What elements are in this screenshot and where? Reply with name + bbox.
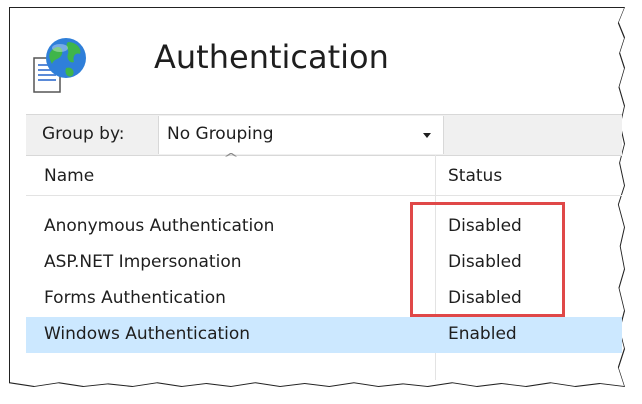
- column-header-name[interactable]: Name: [44, 166, 94, 186]
- group-by-label: Group by:: [42, 124, 125, 144]
- row-name: Forms Authentication: [44, 288, 226, 308]
- column-header-row: ^ Name Status: [26, 151, 622, 196]
- page-header: Authentication: [26, 26, 606, 96]
- row-status: Enabled: [448, 324, 517, 344]
- group-by-value: No Grouping: [167, 124, 274, 144]
- column-header-status[interactable]: Status: [448, 166, 502, 186]
- row-name: Windows Authentication: [44, 324, 251, 344]
- row-name: ASP.NET Impersonation: [44, 252, 242, 272]
- table-row-selected[interactable]: Windows Authentication Enabled: [26, 317, 622, 353]
- sort-indicator-icon: ^: [222, 151, 240, 165]
- group-by-toolbar: Group by: No Grouping: [26, 114, 622, 156]
- chevron-down-icon: [423, 133, 431, 138]
- group-by-dropdown[interactable]: No Grouping: [158, 116, 444, 154]
- status-highlight-box: [410, 202, 565, 317]
- page-title: Authentication: [154, 38, 389, 76]
- globe-document-icon: [33, 38, 86, 93]
- row-name: Anonymous Authentication: [44, 216, 275, 236]
